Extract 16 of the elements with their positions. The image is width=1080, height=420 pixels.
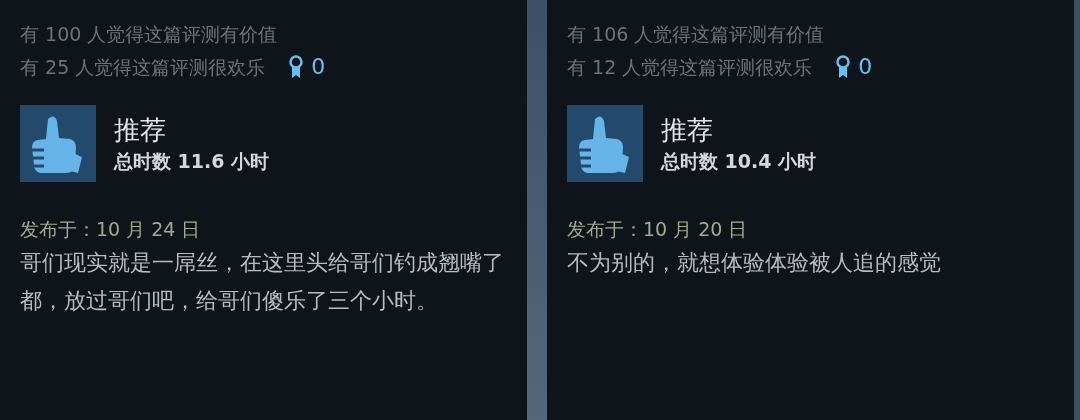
review-text: 哥们现实就是一屌丝，在这里头给哥们钓成翘嘴了都，放过哥们吧，给哥们傻乐了三个小时。 bbox=[20, 249, 505, 315]
verdict-title: 推荐 bbox=[661, 113, 714, 147]
review-text: 不为别的，就想体验体验被人追的感觉 bbox=[567, 249, 942, 277]
funny-count: 有 12 人觉得这篇评测很欢乐 bbox=[567, 54, 813, 80]
helpful-count: 有 100 人觉得这篇评测有价值 bbox=[20, 22, 279, 47]
helpful-count: 有 106 人觉得这篇评测有价值 bbox=[567, 22, 826, 47]
award-count: 0 bbox=[311, 53, 326, 81]
playtime: 总时数 10.4 小时 bbox=[661, 148, 817, 174]
posted-date: 发布于：10 月 20 日 bbox=[567, 217, 749, 242]
award-count: 0 bbox=[858, 53, 873, 81]
award-icon bbox=[289, 54, 304, 79]
funny-count: 有 25 人觉得这篇评测很欢乐 bbox=[20, 54, 266, 80]
award-icon bbox=[836, 54, 851, 79]
playtime: 总时数 11.6 小时 bbox=[114, 148, 270, 174]
posted-date: 发布于：10 月 24 日 bbox=[20, 217, 202, 242]
verdict-title: 推荐 bbox=[114, 113, 167, 147]
